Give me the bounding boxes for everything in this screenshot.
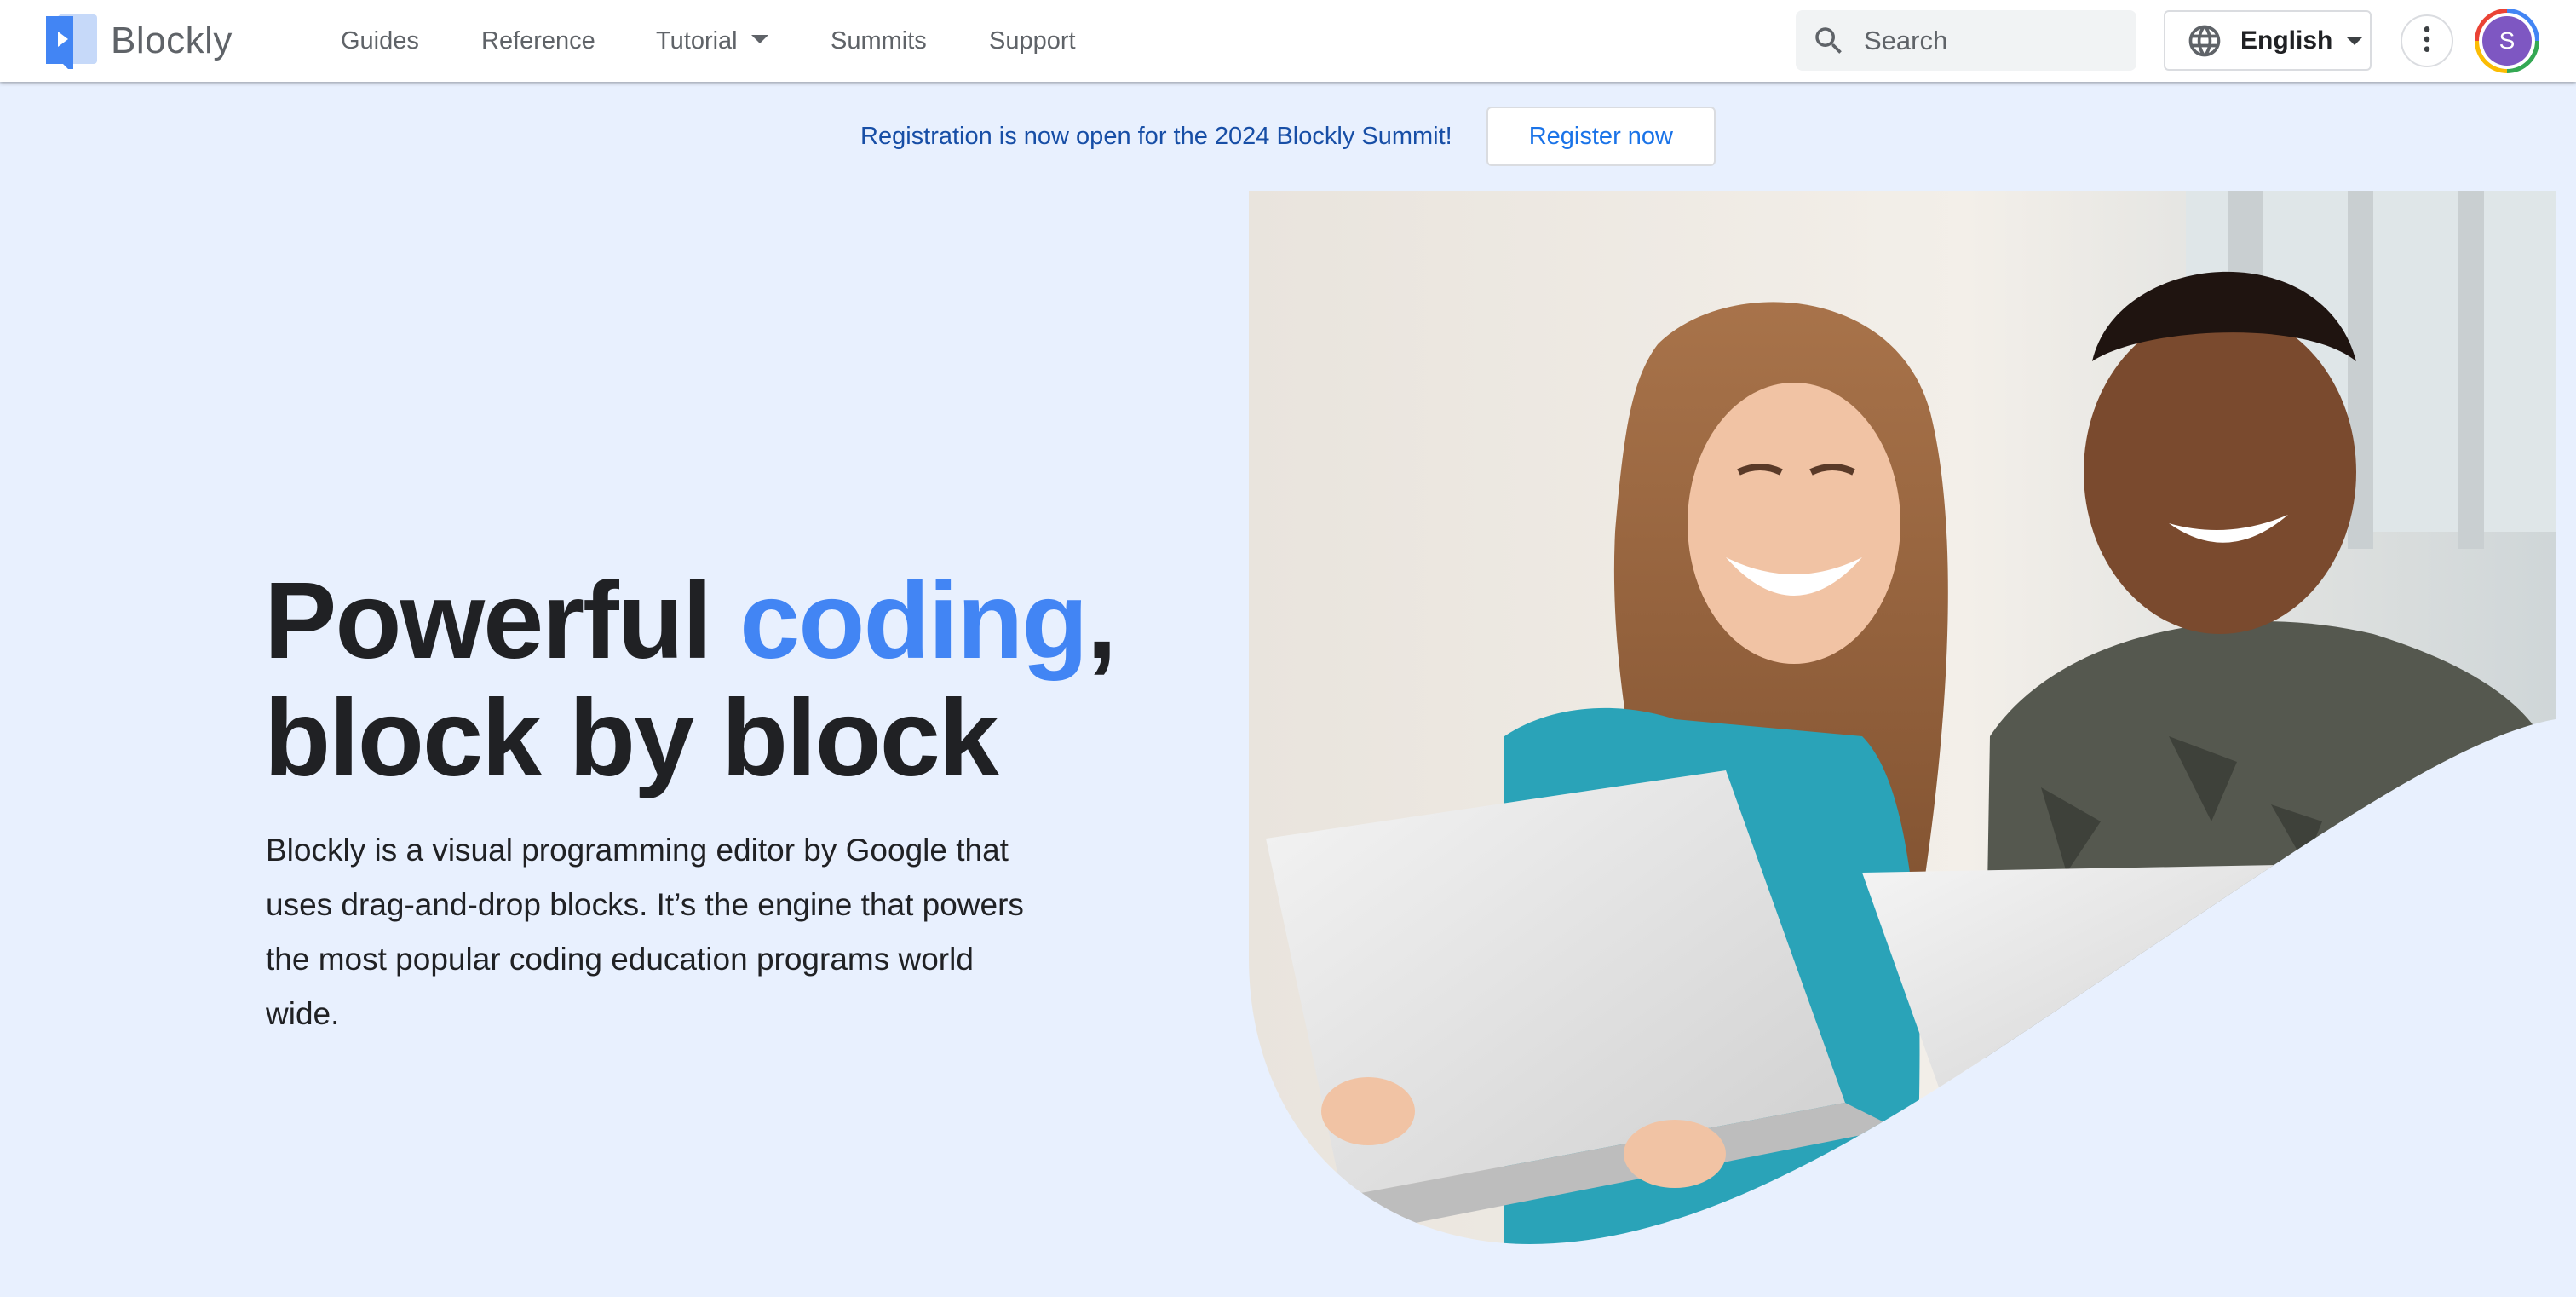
search-box[interactable] — [1796, 10, 2136, 71]
globe-icon — [2186, 22, 2223, 60]
hero-title-part2: , — [1086, 560, 1118, 682]
hero-title-line2: block by block — [264, 677, 999, 799]
search-icon — [1811, 23, 1847, 59]
language-label: English — [2240, 26, 2333, 55]
register-now-button[interactable]: Register now — [1486, 107, 1716, 166]
nav-link-summits[interactable]: Summits — [831, 24, 927, 58]
more-vert-icon — [2410, 22, 2444, 61]
brand-name: Blockly — [111, 20, 233, 61]
nav-link-support[interactable]: Support — [989, 24, 1076, 58]
hero-image-kids-with-laptops — [1249, 191, 2556, 1244]
brand-logo-link[interactable]: Blockly — [43, 12, 233, 70]
nav-link-guides[interactable]: Guides — [341, 24, 419, 58]
announcement-text: Registration is now open for the 2024 Bl… — [860, 122, 1452, 150]
nav-link-tutorial[interactable]: Tutorial — [656, 24, 768, 58]
hero-title: Powerful coding, block by block — [264, 560, 1118, 799]
caret-down-icon — [750, 35, 768, 44]
hero-description: Blockly is a visual programming editor b… — [266, 833, 1024, 1031]
avatar: S — [2479, 13, 2535, 69]
caret-down-icon — [2346, 36, 2364, 45]
hero-title-accent: coding — [739, 560, 1088, 682]
nav-link-reference[interactable]: Reference — [481, 24, 595, 58]
nav-link-tutorial-label: Tutorial — [656, 27, 738, 55]
blockly-logo-icon — [43, 13, 99, 69]
search-input[interactable] — [1864, 25, 2119, 56]
hero-title-part1: Powerful — [264, 560, 740, 682]
account-avatar-button[interactable]: S — [2475, 9, 2539, 73]
avatar-initial: S — [2482, 16, 2532, 66]
language-selector[interactable]: English — [2164, 10, 2372, 71]
more-options-button[interactable] — [2401, 14, 2453, 67]
announcement-banner: Registration is now open for the 2024 Bl… — [0, 106, 2576, 167]
top-navigation-bar: Blockly Guides Reference Tutorial Summit… — [0, 0, 2576, 82]
